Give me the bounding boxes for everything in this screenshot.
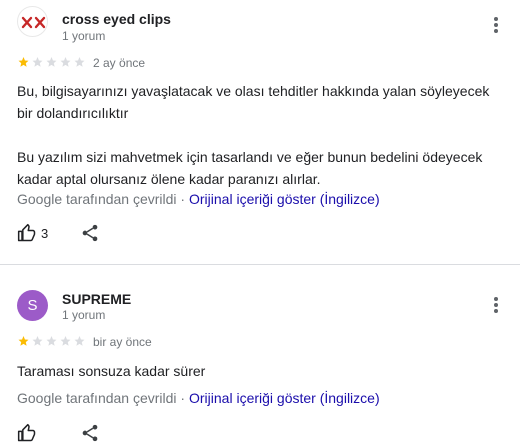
- avatar[interactable]: [17, 6, 48, 37]
- review-paragraph: Bu yazılım sizi mahvetmek için tasarland…: [17, 149, 483, 187]
- translated-by-label: Google tarafından çevrildi: [17, 390, 177, 406]
- xx-logo-icon: [21, 16, 46, 29]
- star-empty-icon: [74, 57, 85, 67]
- review-card: S SUPREME 1 yorum bir ay önce Taraması s…: [0, 280, 520, 448]
- star-filled-icon: [18, 57, 29, 67]
- show-original-link[interactable]: Orijinal içeriği göster (İngilizce): [189, 191, 380, 207]
- like-button[interactable]: [17, 423, 41, 443]
- show-original-link[interactable]: Orijinal içeriği göster (İngilizce): [189, 390, 380, 406]
- review-paragraph: Taraması sonsuza kadar sürer: [17, 363, 206, 379]
- like-count: 3: [41, 225, 49, 241]
- share-icon[interactable]: [80, 223, 100, 243]
- review-card: cross eyed clips 1 yorum 2 ay önce Bu, b…: [0, 0, 520, 264]
- divider: [0, 264, 520, 265]
- star-empty-icon: [74, 336, 85, 346]
- avatar-letter: S: [27, 297, 38, 314]
- star-empty-icon: [46, 336, 57, 346]
- separator: ·: [176, 390, 189, 406]
- star-empty-icon: [32, 336, 43, 346]
- review-count: 1 yorum: [62, 29, 106, 43]
- review-text: Taraması sonsuza kadar sürer: [17, 360, 503, 382]
- thumbs-up-icon: [17, 223, 36, 242]
- star-rating: [17, 56, 86, 68]
- translation-note: Google tarafından çevrildi · Orijinal iç…: [17, 191, 380, 207]
- share-icon[interactable]: [80, 423, 100, 443]
- avatar[interactable]: S: [17, 290, 48, 321]
- review-time: bir ay önce: [93, 335, 152, 349]
- more-options-icon[interactable]: [488, 294, 504, 316]
- translated-by-label: Google tarafından çevrildi: [17, 191, 177, 207]
- review-count: 1 yorum: [62, 308, 106, 322]
- star-empty-icon: [60, 57, 71, 67]
- translation-note: Google tarafından çevrildi · Orijinal iç…: [17, 390, 380, 406]
- review-time: 2 ay önce: [93, 56, 146, 70]
- review-text: Bu, bilgisayarınızı yavaşlatacak ve olas…: [17, 80, 503, 190]
- star-filled-icon: [18, 336, 29, 346]
- star-rating: [17, 335, 86, 347]
- star-empty-icon: [46, 57, 57, 67]
- star-empty-icon: [32, 57, 43, 67]
- author-name[interactable]: SUPREME: [62, 291, 131, 307]
- thumbs-up-icon: [17, 423, 36, 442]
- author-name[interactable]: cross eyed clips: [62, 11, 171, 27]
- star-empty-icon: [60, 336, 71, 346]
- like-button[interactable]: 3: [17, 223, 48, 243]
- more-options-icon[interactable]: [488, 14, 504, 36]
- separator: ·: [176, 191, 189, 207]
- review-paragraph: Bu, bilgisayarınızı yavaşlatacak ve olas…: [17, 83, 490, 121]
